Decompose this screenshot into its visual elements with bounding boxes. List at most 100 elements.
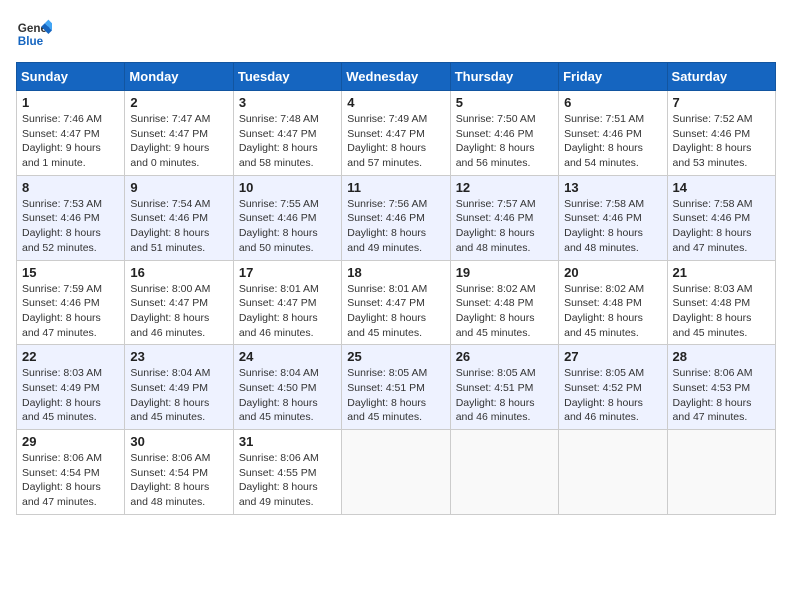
calendar-cell: 30 Sunrise: 8:06 AM Sunset: 4:54 PM Dayli… bbox=[125, 430, 233, 515]
calendar-cell bbox=[342, 430, 450, 515]
calendar-cell: 8 Sunrise: 7:53 AM Sunset: 4:46 PM Daylig… bbox=[17, 175, 125, 260]
page-header: General Blue bbox=[16, 16, 776, 52]
day-detail: Sunrise: 8:06 AM Sunset: 4:54 PM Dayligh… bbox=[130, 451, 227, 510]
calendar-cell: 11 Sunrise: 7:56 AM Sunset: 4:46 PM Dayli… bbox=[342, 175, 450, 260]
day-detail: Sunrise: 8:06 AM Sunset: 4:54 PM Dayligh… bbox=[22, 451, 119, 510]
header-day-saturday: Saturday bbox=[667, 63, 775, 91]
day-number: 13 bbox=[564, 180, 661, 195]
calendar-cell: 10 Sunrise: 7:55 AM Sunset: 4:46 PM Dayli… bbox=[233, 175, 341, 260]
calendar-cell bbox=[450, 430, 558, 515]
svg-text:Blue: Blue bbox=[18, 35, 44, 48]
day-number: 24 bbox=[239, 349, 336, 364]
calendar-cell: 5 Sunrise: 7:50 AM Sunset: 4:46 PM Daylig… bbox=[450, 91, 558, 176]
day-number: 23 bbox=[130, 349, 227, 364]
day-number: 29 bbox=[22, 434, 119, 449]
calendar-cell: 2 Sunrise: 7:47 AM Sunset: 4:47 PM Daylig… bbox=[125, 91, 233, 176]
day-detail: Sunrise: 7:58 AM Sunset: 4:46 PM Dayligh… bbox=[564, 197, 661, 256]
calendar-cell: 7 Sunrise: 7:52 AM Sunset: 4:46 PM Daylig… bbox=[667, 91, 775, 176]
calendar-cell: 4 Sunrise: 7:49 AM Sunset: 4:47 PM Daylig… bbox=[342, 91, 450, 176]
header-day-friday: Friday bbox=[559, 63, 667, 91]
day-detail: Sunrise: 7:58 AM Sunset: 4:46 PM Dayligh… bbox=[673, 197, 770, 256]
calendar-cell: 21Sunrise: 8:03 AM Sunset: 4:48 PM Dayli… bbox=[667, 260, 775, 345]
calendar-cell: 6Sunrise: 7:51 AM Sunset: 4:46 PM Daylig… bbox=[559, 91, 667, 176]
day-number: 30 bbox=[130, 434, 227, 449]
calendar-week-1: 1 Sunrise: 7:46 AM Sunset: 4:47 PM Daylig… bbox=[17, 91, 776, 176]
day-detail: Sunrise: 7:56 AM Sunset: 4:46 PM Dayligh… bbox=[347, 197, 444, 256]
day-number: 31 bbox=[239, 434, 336, 449]
day-detail: Sunrise: 7:49 AM Sunset: 4:47 PM Dayligh… bbox=[347, 112, 444, 171]
day-number: 11 bbox=[347, 180, 444, 195]
day-detail: Sunrise: 8:02 AM Sunset: 4:48 PM Dayligh… bbox=[564, 282, 661, 341]
day-detail: Sunrise: 7:57 AM Sunset: 4:46 PM Dayligh… bbox=[456, 197, 553, 256]
calendar-cell: 16Sunrise: 8:00 AM Sunset: 4:47 PM Dayli… bbox=[125, 260, 233, 345]
day-detail: Sunrise: 7:48 AM Sunset: 4:47 PM Dayligh… bbox=[239, 112, 336, 171]
calendar-cell: 14 Sunrise: 7:58 AM Sunset: 4:46 PM Dayli… bbox=[667, 175, 775, 260]
day-number: 8 bbox=[22, 180, 119, 195]
day-number: 10 bbox=[239, 180, 336, 195]
calendar-cell: 31Sunrise: 8:06 AM Sunset: 4:55 PM Dayli… bbox=[233, 430, 341, 515]
calendar-cell: 20Sunrise: 8:02 AM Sunset: 4:48 PM Dayli… bbox=[559, 260, 667, 345]
day-detail: Sunrise: 8:05 AM Sunset: 4:52 PM Dayligh… bbox=[564, 366, 661, 425]
day-detail: Sunrise: 8:00 AM Sunset: 4:47 PM Dayligh… bbox=[130, 282, 227, 341]
header-day-thursday: Thursday bbox=[450, 63, 558, 91]
day-number: 7 bbox=[673, 95, 770, 110]
day-number: 9 bbox=[130, 180, 227, 195]
day-detail: Sunrise: 7:53 AM Sunset: 4:46 PM Dayligh… bbox=[22, 197, 119, 256]
calendar-cell: 13 Sunrise: 7:58 AM Sunset: 4:46 PM Dayli… bbox=[559, 175, 667, 260]
day-number: 17 bbox=[239, 265, 336, 280]
calendar-week-2: 8 Sunrise: 7:53 AM Sunset: 4:46 PM Daylig… bbox=[17, 175, 776, 260]
day-number: 3 bbox=[239, 95, 336, 110]
day-number: 5 bbox=[456, 95, 553, 110]
day-detail: Sunrise: 7:46 AM Sunset: 4:47 PM Dayligh… bbox=[22, 112, 119, 171]
calendar-cell bbox=[667, 430, 775, 515]
day-detail: Sunrise: 7:59 AM Sunset: 4:46 PM Dayligh… bbox=[22, 282, 119, 341]
calendar-cell: 15 Sunrise: 7:59 AM Sunset: 4:46 PM Dayli… bbox=[17, 260, 125, 345]
logo-icon: General Blue bbox=[16, 16, 52, 52]
calendar-cell: 12Sunrise: 7:57 AM Sunset: 4:46 PM Dayli… bbox=[450, 175, 558, 260]
day-detail: Sunrise: 7:55 AM Sunset: 4:46 PM Dayligh… bbox=[239, 197, 336, 256]
day-number: 21 bbox=[673, 265, 770, 280]
calendar-week-4: 22Sunrise: 8:03 AM Sunset: 4:49 PM Dayli… bbox=[17, 345, 776, 430]
day-number: 26 bbox=[456, 349, 553, 364]
calendar-cell bbox=[559, 430, 667, 515]
day-number: 1 bbox=[22, 95, 119, 110]
calendar-header-row: SundayMondayTuesdayWednesdayThursdayFrid… bbox=[17, 63, 776, 91]
header-day-tuesday: Tuesday bbox=[233, 63, 341, 91]
calendar-cell: 22Sunrise: 8:03 AM Sunset: 4:49 PM Dayli… bbox=[17, 345, 125, 430]
day-detail: Sunrise: 7:52 AM Sunset: 4:46 PM Dayligh… bbox=[673, 112, 770, 171]
calendar-table: SundayMondayTuesdayWednesdayThursdayFrid… bbox=[16, 62, 776, 515]
header-day-wednesday: Wednesday bbox=[342, 63, 450, 91]
calendar-week-5: 29 Sunrise: 8:06 AM Sunset: 4:54 PM Dayli… bbox=[17, 430, 776, 515]
day-detail: Sunrise: 7:54 AM Sunset: 4:46 PM Dayligh… bbox=[130, 197, 227, 256]
day-detail: Sunrise: 7:47 AM Sunset: 4:47 PM Dayligh… bbox=[130, 112, 227, 171]
calendar-cell: 1 Sunrise: 7:46 AM Sunset: 4:47 PM Daylig… bbox=[17, 91, 125, 176]
calendar-cell: 28Sunrise: 8:06 AM Sunset: 4:53 PM Dayli… bbox=[667, 345, 775, 430]
calendar-cell: 23 Sunrise: 8:04 AM Sunset: 4:49 PM Dayli… bbox=[125, 345, 233, 430]
day-number: 6 bbox=[564, 95, 661, 110]
calendar-cell: 24Sunrise: 8:04 AM Sunset: 4:50 PM Dayli… bbox=[233, 345, 341, 430]
day-number: 25 bbox=[347, 349, 444, 364]
day-number: 18 bbox=[347, 265, 444, 280]
calendar-cell: 25Sunrise: 8:05 AM Sunset: 4:51 PM Dayli… bbox=[342, 345, 450, 430]
calendar-cell: 3 Sunrise: 7:48 AM Sunset: 4:47 PM Daylig… bbox=[233, 91, 341, 176]
logo: General Blue bbox=[16, 16, 56, 52]
calendar-cell: 27 Sunrise: 8:05 AM Sunset: 4:52 PM Dayli… bbox=[559, 345, 667, 430]
day-detail: Sunrise: 8:05 AM Sunset: 4:51 PM Dayligh… bbox=[456, 366, 553, 425]
day-detail: Sunrise: 8:04 AM Sunset: 4:49 PM Dayligh… bbox=[130, 366, 227, 425]
calendar-cell: 9 Sunrise: 7:54 AM Sunset: 4:46 PM Daylig… bbox=[125, 175, 233, 260]
day-number: 2 bbox=[130, 95, 227, 110]
calendar-cell: 17Sunrise: 8:01 AM Sunset: 4:47 PM Dayli… bbox=[233, 260, 341, 345]
day-number: 19 bbox=[456, 265, 553, 280]
day-number: 28 bbox=[673, 349, 770, 364]
day-number: 27 bbox=[564, 349, 661, 364]
day-detail: Sunrise: 8:01 AM Sunset: 4:47 PM Dayligh… bbox=[347, 282, 444, 341]
header-day-monday: Monday bbox=[125, 63, 233, 91]
day-number: 15 bbox=[22, 265, 119, 280]
day-number: 4 bbox=[347, 95, 444, 110]
calendar-cell: 19Sunrise: 8:02 AM Sunset: 4:48 PM Dayli… bbox=[450, 260, 558, 345]
day-detail: Sunrise: 7:50 AM Sunset: 4:46 PM Dayligh… bbox=[456, 112, 553, 171]
header-day-sunday: Sunday bbox=[17, 63, 125, 91]
day-number: 14 bbox=[673, 180, 770, 195]
day-number: 22 bbox=[22, 349, 119, 364]
calendar-cell: 26 Sunrise: 8:05 AM Sunset: 4:51 PM Dayli… bbox=[450, 345, 558, 430]
